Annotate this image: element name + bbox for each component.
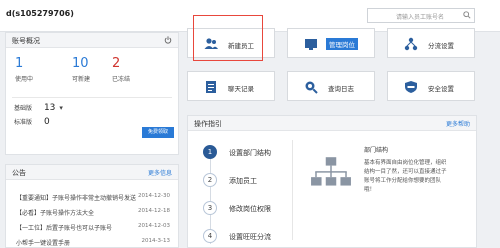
notice-panel: 公告 更多信息 【重要通知】子账号操作非常主动撤销号发送 2014-12-30 … — [5, 164, 179, 248]
notice-item[interactable]: 【一工位】后置子账号也可以子账号 2014-12-03 — [16, 223, 176, 232]
stat-label: 已冻结 — [112, 76, 131, 83]
notice-date: 2014-12-30 — [138, 193, 170, 199]
tile-manage-positions[interactable]: 管理岗位 — [287, 28, 375, 58]
notice-item[interactable]: 【重要通知】子账号操作非常主动撤销号发送 2014-12-30 — [16, 193, 176, 202]
tile-label: 聊天记录 — [228, 85, 254, 93]
search-icon[interactable] — [463, 11, 471, 19]
step-number: 1 — [203, 145, 217, 159]
step-number: 2 — [203, 173, 217, 187]
notice-title: 公告 — [12, 169, 26, 177]
standard-edition-value: 0 — [43, 117, 50, 127]
base-edition-label: 基础版 — [14, 105, 33, 112]
tile-label: 安全设置 — [428, 85, 454, 93]
notice-item[interactable]: 小帮手一键设置手册 2014-3-13 — [16, 238, 176, 247]
account-overview-title: 账号概况 — [12, 37, 40, 45]
notice-item[interactable]: 【必看】子账号操作方法大全 2014-12-18 — [16, 208, 176, 217]
chat-log-icon — [206, 81, 216, 93]
divider — [292, 140, 293, 240]
tile-label: 管理岗位 — [326, 38, 358, 50]
base-edition-row: 基础版 13 ▾ — [14, 103, 63, 113]
power-icon[interactable] — [164, 36, 172, 44]
step-label: 设置旺旺分流 — [229, 233, 271, 241]
stat-in-use[interactable]: 1 使用中 — [15, 56, 55, 84]
standard-edition-label: 标准版 — [14, 119, 33, 126]
notice-date: 2014-3-13 — [141, 238, 170, 244]
search-input[interactable]: 请输入员工账号名 — [367, 8, 475, 23]
notice-header: 公告 更多信息 — [6, 165, 178, 180]
chevron-down-icon[interactable]: ▾ — [59, 104, 63, 112]
stat-value: 10 — [72, 56, 89, 71]
guide-header: 操作指引 更多帮助 — [188, 116, 476, 131]
stat-frozen[interactable]: 2 已冻结 — [112, 56, 152, 84]
step-number: 4 — [203, 229, 217, 243]
guide-more-link[interactable]: 更多帮助 — [446, 119, 470, 128]
step-label: 设置部门结构 — [229, 149, 271, 157]
stat-value: 1 — [15, 56, 24, 71]
notice-date: 2014-12-03 — [138, 223, 170, 229]
tile-distribution-settings[interactable]: 分流设置 — [387, 28, 475, 58]
org-chart-icon — [311, 157, 351, 186]
notice-date: 2014-12-18 — [138, 208, 170, 214]
stat-label: 使用中 — [15, 76, 34, 83]
log-search-icon — [305, 81, 318, 94]
step-label: 添加员工 — [229, 177, 257, 185]
notice-text: 【重要通知】子账号操作非常主动撤销号发送 — [16, 195, 137, 202]
stat-value: 2 — [112, 56, 121, 71]
account-overview-header: 账号概况 — [6, 33, 178, 48]
tile-label: 分流设置 — [428, 42, 454, 50]
standard-edition-row: 标准版 0 — [14, 117, 50, 127]
highlight-frame — [193, 15, 263, 61]
account-overview-panel: 账号概况 1 使用中 10 可新建 2 已冻结 基础版 13 ▾ 标准版 0 免… — [5, 32, 179, 155]
operation-guide-panel: 操作指引 更多帮助 1 设置部门结构 2 添加员工 3 修改岗位权限 4 设置旺… — [187, 115, 477, 248]
step-number: 3 — [203, 201, 217, 215]
manage-icon — [305, 39, 317, 50]
notice-text: 小帮手一键设置手册 — [16, 240, 71, 247]
notice-text: 【一工位】后置子账号也可以子账号 — [16, 225, 113, 232]
guide-title: 操作指引 — [194, 120, 222, 128]
step-label: 修改岗位权限 — [229, 205, 271, 213]
tile-security-settings[interactable]: 安全设置 — [387, 71, 475, 101]
detail-title: 部门结构 — [364, 147, 389, 154]
divider — [12, 97, 172, 98]
account-id: d(s105279706) — [6, 9, 74, 18]
tile-label: 查询日志 — [328, 85, 354, 93]
notice-more-link[interactable]: 更多信息 — [148, 168, 172, 177]
search-placeholder: 请输入员工账号名 — [396, 14, 445, 21]
detail-text: 基本有界面自由岗位化管理，组织结构一目了然，还可以直接通过子账号将工作分配给你想… — [364, 160, 447, 193]
notice-text: 【必看】子账号操作方法大全 — [16, 210, 95, 217]
base-edition-value: 13 — [43, 103, 56, 113]
security-icon — [405, 81, 417, 93]
distribute-icon — [404, 37, 418, 51]
stat-can-create[interactable]: 10 可新建 — [72, 56, 112, 84]
free-claim-button[interactable]: 免费领取 — [142, 127, 174, 138]
stat-label: 可新建 — [72, 76, 91, 83]
tile-chat-records[interactable]: 聊天记录 — [187, 71, 275, 101]
tile-query-logs[interactable]: 查询日志 — [287, 71, 375, 101]
